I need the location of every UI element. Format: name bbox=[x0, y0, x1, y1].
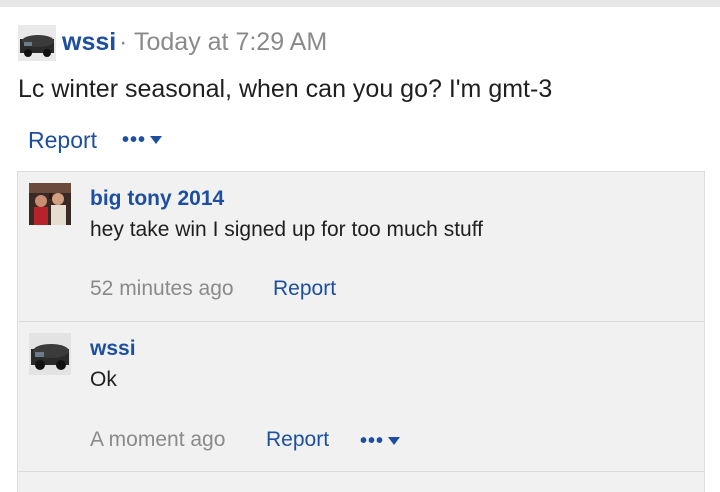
post-meta-separator: · bbox=[119, 28, 128, 56]
caret-down-icon bbox=[388, 437, 401, 445]
reply-author-name[interactable]: wssi bbox=[90, 337, 136, 361]
caret-down-icon bbox=[150, 136, 163, 144]
reply-message: hey take win I signed up for too much st… bbox=[90, 218, 484, 241]
reply-report-link[interactable]: Report bbox=[266, 428, 329, 452]
reply-timestamp: 52 minutes ago bbox=[90, 277, 234, 300]
top-bar bbox=[0, 0, 720, 7]
reply-author-name[interactable]: big tony 2014 bbox=[90, 187, 224, 211]
reply-report-link[interactable]: Report bbox=[273, 277, 336, 301]
reply-message: Ok bbox=[90, 368, 117, 391]
post-report-link[interactable]: Report bbox=[28, 127, 97, 153]
more-dots-icon: ••• bbox=[122, 129, 147, 151]
reply-author-avatar[interactable] bbox=[29, 183, 71, 225]
reply-divider bbox=[17, 321, 704, 322]
post-author-name[interactable]: wssi bbox=[62, 28, 116, 56]
post-more-menu[interactable]: ••• bbox=[122, 129, 163, 151]
reply-more-menu[interactable]: ••• bbox=[360, 430, 401, 452]
reply-timestamp: A moment ago bbox=[90, 428, 226, 451]
post-message: Lc winter seasonal, when can you go? I'm… bbox=[18, 75, 553, 103]
more-dots-icon: ••• bbox=[360, 430, 385, 452]
post-author-avatar[interactable] bbox=[18, 25, 56, 61]
post-timestamp: Today at 7:29 AM bbox=[134, 28, 328, 56]
reply-author-avatar[interactable] bbox=[29, 333, 71, 375]
reply-divider bbox=[17, 471, 704, 472]
